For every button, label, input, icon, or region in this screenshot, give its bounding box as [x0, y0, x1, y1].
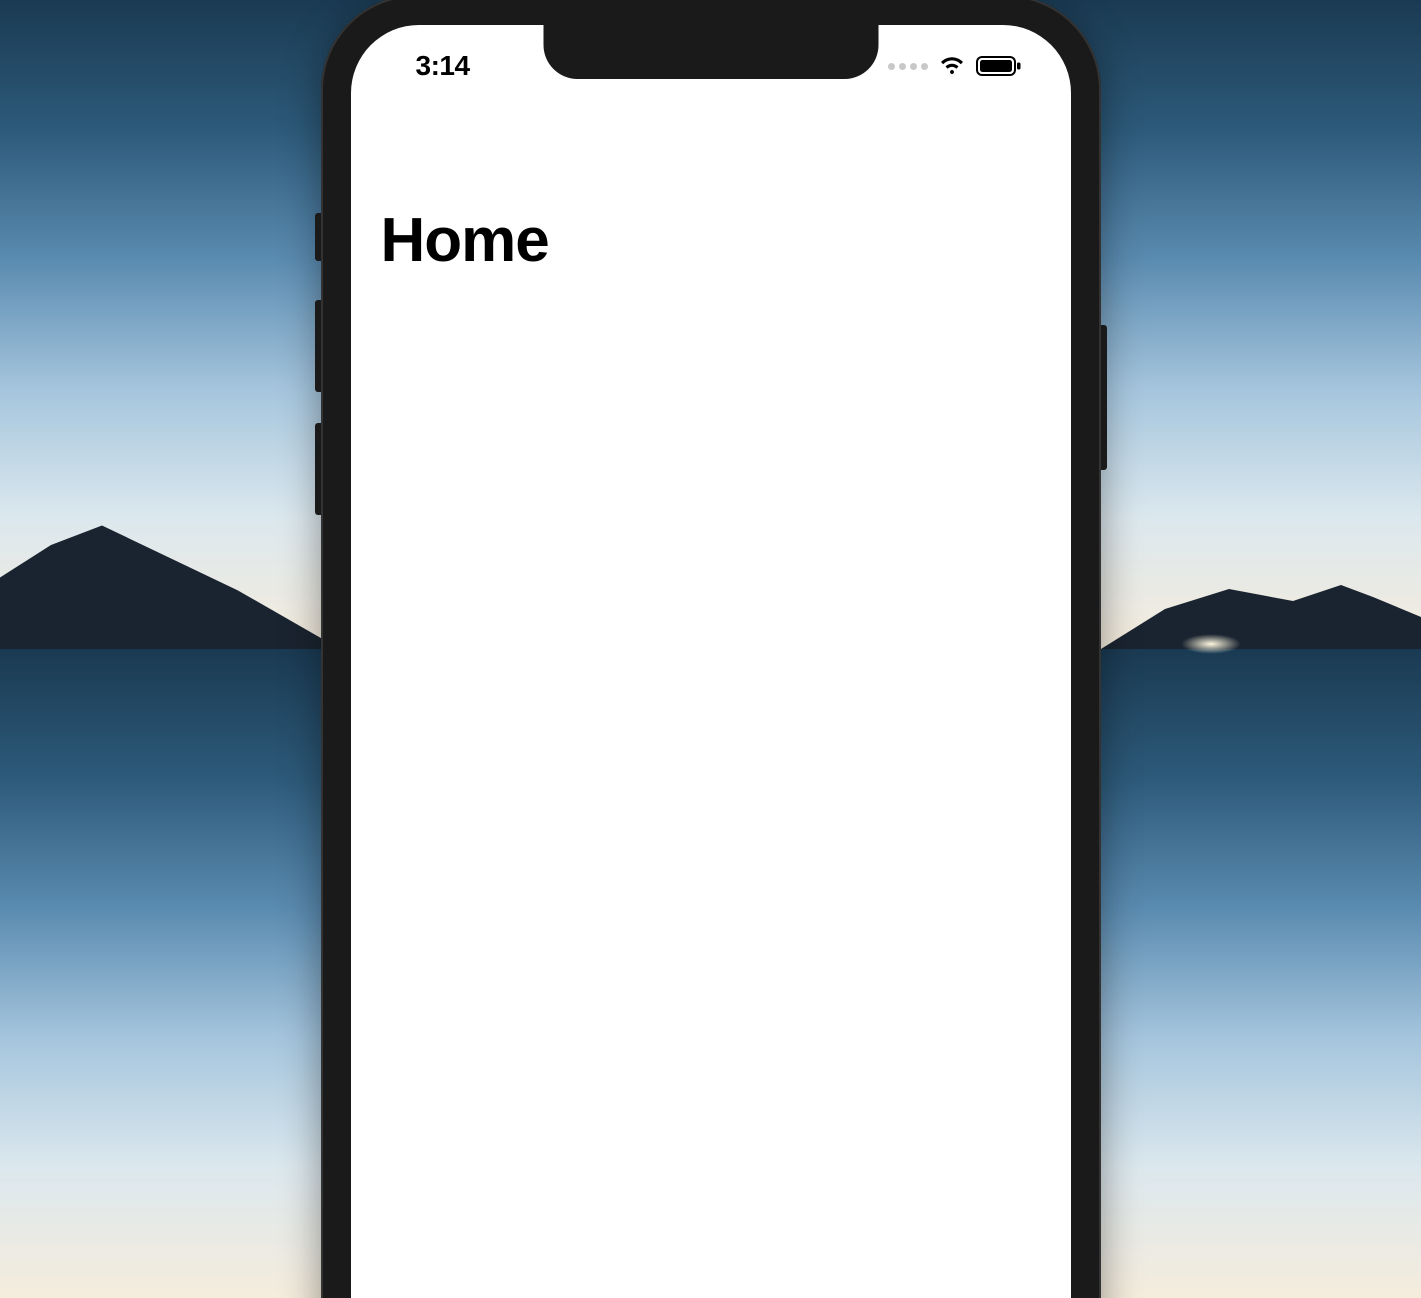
background-sun-glow [1181, 634, 1241, 654]
volume-down-button[interactable] [315, 423, 321, 515]
silence-switch[interactable] [315, 213, 321, 261]
background-mountain-right [1101, 569, 1421, 649]
status-bar: 3:14 [351, 25, 1071, 89]
phone-frame: 3:14 [321, 0, 1101, 1298]
volume-up-button[interactable] [315, 300, 321, 392]
status-time: 3:14 [416, 50, 470, 82]
background-mountain-left [0, 519, 340, 649]
battery-icon [976, 55, 1022, 77]
cellular-signal-icon [888, 63, 928, 70]
status-indicators [888, 55, 1022, 77]
wifi-icon [938, 55, 966, 77]
page-title: Home [381, 205, 549, 276]
phone-screen: 3:14 [351, 25, 1071, 1298]
power-button[interactable] [1101, 325, 1107, 470]
